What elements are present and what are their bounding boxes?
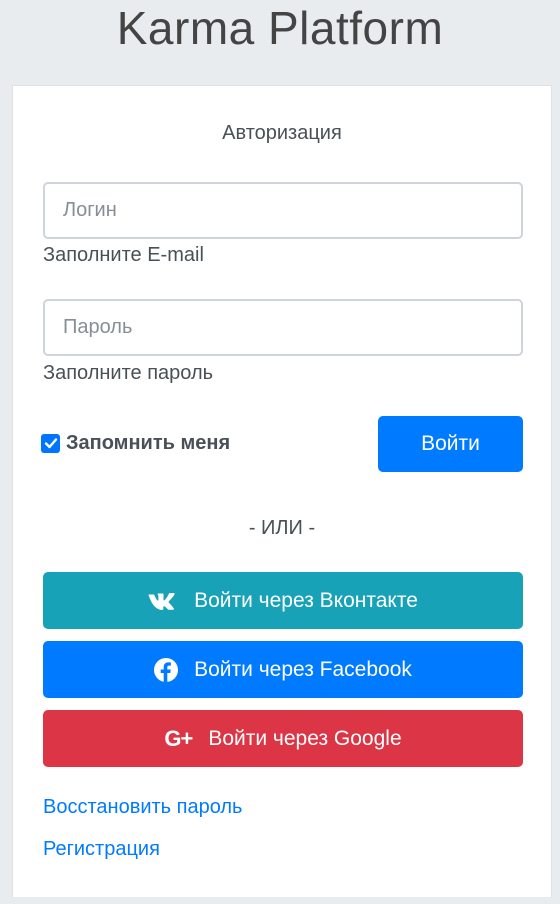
google-plus-icon: G+ <box>164 725 193 751</box>
google-login-button[interactable]: G+ Войти через Google <box>43 710 523 767</box>
login-card: Авторизация Заполните E-mail Заполните п… <box>12 85 552 897</box>
check-icon <box>44 438 57 449</box>
password-hint: Заполните пароль <box>43 362 214 384</box>
vk-icon <box>148 592 178 610</box>
remember-me-checkbox[interactable] <box>41 433 60 453</box>
login-button-label: Войти <box>421 432 480 455</box>
vk-login-label: Войти через Вконтакте <box>194 588 418 612</box>
register-link[interactable]: Регистрация <box>43 838 160 861</box>
remember-me[interactable]: Запомнить меня <box>41 428 230 458</box>
facebook-icon <box>154 657 179 682</box>
login-input[interactable] <box>43 182 523 239</box>
restore-password-link[interactable]: Восстановить пароль <box>43 796 242 819</box>
card-title: Авторизация <box>222 122 342 144</box>
login-button[interactable]: Войти <box>378 416 523 472</box>
facebook-login-button[interactable]: Войти через Facebook <box>43 641 523 698</box>
password-input[interactable] <box>43 299 523 356</box>
app-title: Karma Platform <box>116 2 444 54</box>
remember-me-label: Запомнить меня <box>66 431 231 454</box>
login-hint: Заполните E-mail <box>43 244 204 266</box>
or-divider: - ИЛИ - <box>248 517 316 539</box>
google-login-label: Войти через Google <box>208 726 402 750</box>
facebook-login-label: Войти через Facebook <box>194 657 412 681</box>
vk-login-button[interactable]: Войти через Вконтакте <box>43 572 523 629</box>
